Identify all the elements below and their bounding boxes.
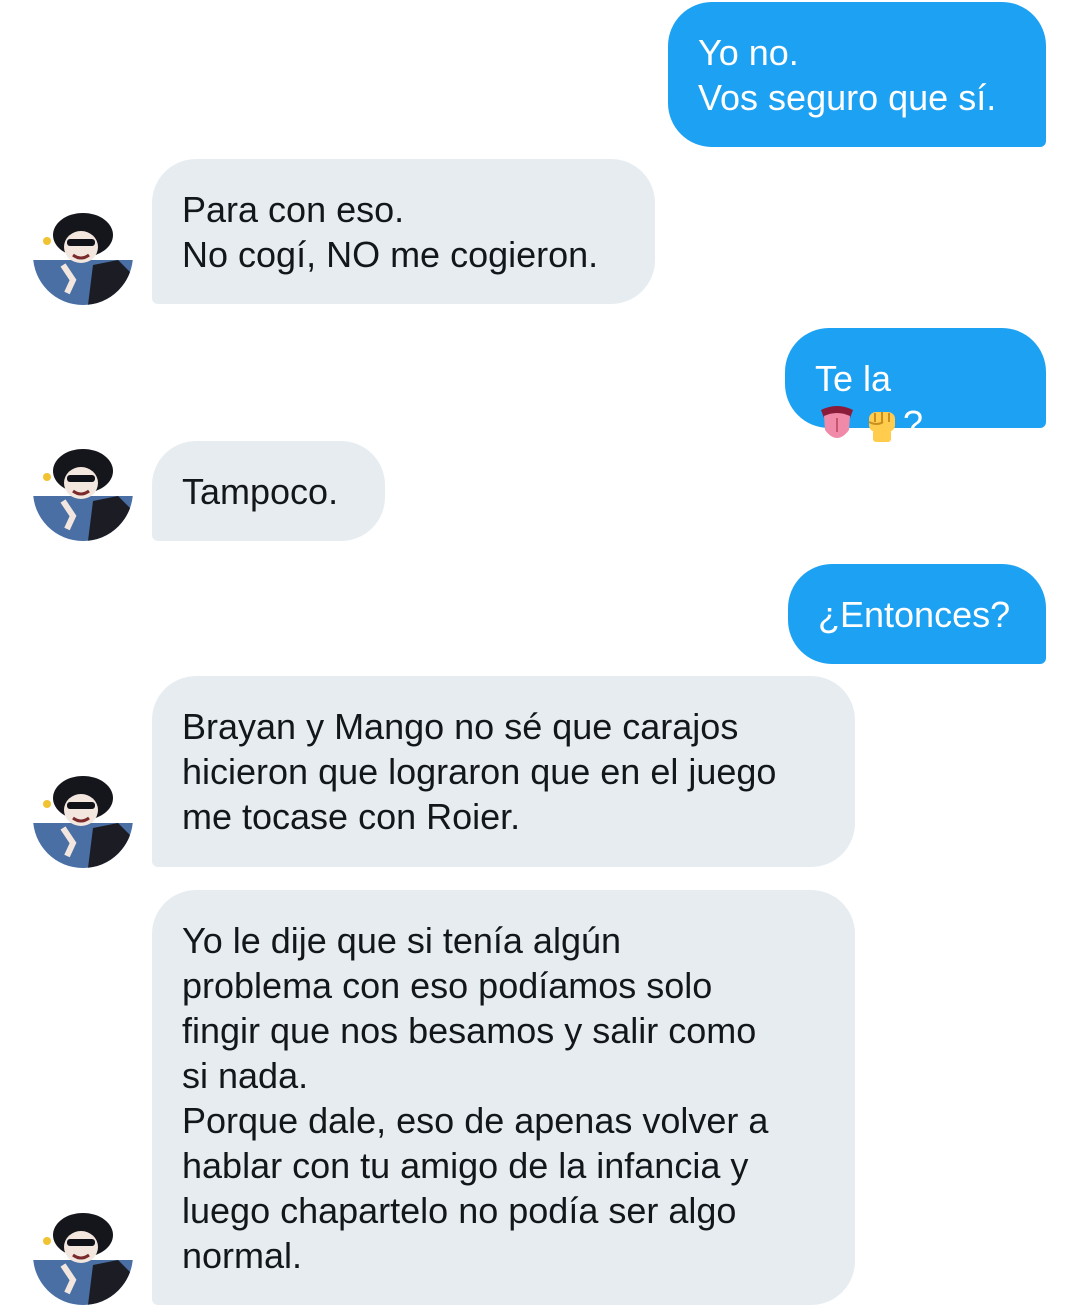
- message-text: Yo le dije que si tenía algún problema c…: [182, 919, 769, 1276]
- avatar[interactable]: [33, 768, 133, 868]
- message-text-before: Te la: [815, 357, 892, 399]
- conversation-thread: Yo no. Vos seguro que sí. Para con eso. …: [0, 0, 1080, 1313]
- avatar[interactable]: [33, 1205, 133, 1305]
- received-message-bubble[interactable]: Brayan y Mango no sé que carajos hiciero…: [152, 676, 855, 867]
- tongue-emoji-icon: [821, 405, 853, 438]
- sent-message-bubble[interactable]: Te la ?: [785, 328, 1046, 444]
- avatar[interactable]: [33, 205, 133, 305]
- avatar-image: [33, 441, 133, 541]
- sent-message-bubble[interactable]: Yo no. Vos seguro que sí.: [668, 2, 1046, 147]
- message-text-after: ?: [903, 402, 924, 444]
- received-message-bubble[interactable]: Tampoco.: [152, 441, 385, 541]
- message-text: ¿Entonces?: [818, 593, 1011, 635]
- received-message-bubble[interactable]: Para con eso. No cogí, NO me cogieron.: [152, 159, 655, 304]
- avatar-image: [33, 205, 133, 305]
- message-text: Tampoco.: [182, 470, 339, 512]
- avatar[interactable]: [33, 441, 133, 541]
- message-text: Yo no. Vos seguro que sí.: [698, 31, 997, 118]
- avatar-image: [33, 1205, 133, 1305]
- message-text: Brayan y Mango no sé que carajos hiciero…: [182, 706, 777, 837]
- raised-fist-icon: [868, 411, 895, 442]
- received-message-bubble[interactable]: Yo le dije que si tenía algún problema c…: [152, 890, 855, 1305]
- message-text: Para con eso. No cogí, NO me cogieron.: [182, 188, 599, 275]
- sent-message-bubble[interactable]: ¿Entonces?: [788, 564, 1046, 664]
- message-text: Te la ?: [815, 311, 923, 446]
- avatar-image: [33, 768, 133, 868]
